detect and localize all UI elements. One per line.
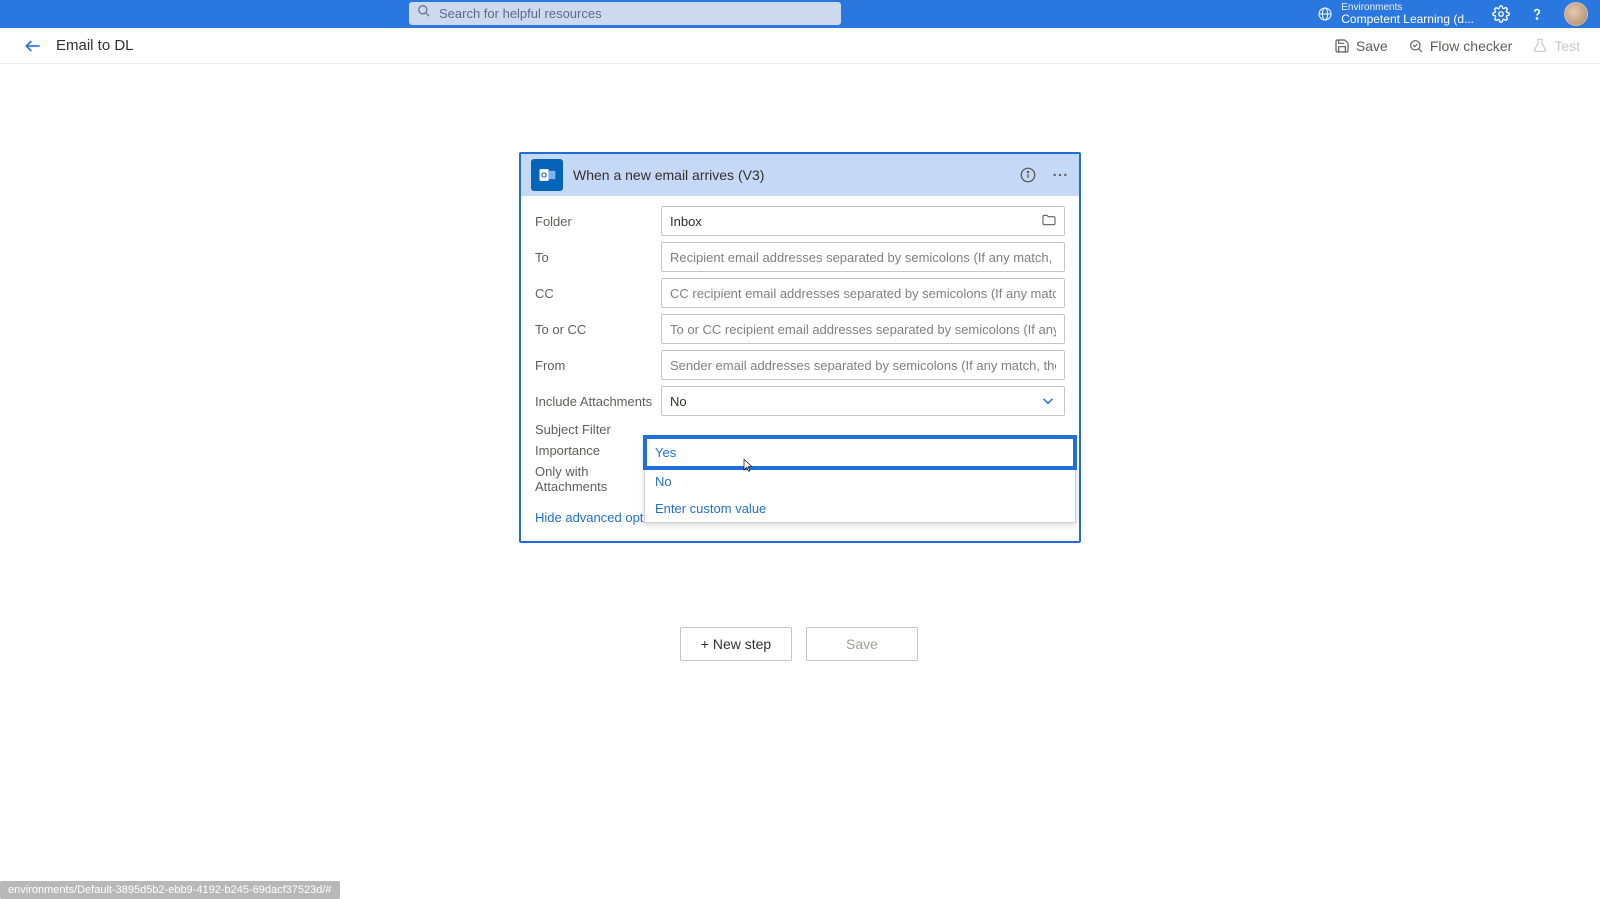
- new-step-button[interactable]: + New step: [680, 627, 792, 661]
- settings-icon[interactable]: [1492, 5, 1510, 23]
- toorcc-label: To or CC: [535, 322, 661, 337]
- dropdown-option-no[interactable]: No: [645, 468, 1075, 495]
- folder-picker-icon[interactable]: [1041, 212, 1059, 230]
- flow-checker-button[interactable]: Flow checker: [1408, 38, 1512, 54]
- save-button-bottom[interactable]: Save: [806, 627, 918, 661]
- flow-checker-icon: [1408, 38, 1424, 54]
- more-icon[interactable]: [1051, 166, 1069, 184]
- environment-name: Competent Learning (d...: [1341, 13, 1474, 26]
- environment-label: Environments: [1341, 2, 1474, 13]
- outlook-connector-icon: O: [531, 159, 563, 191]
- card-header[interactable]: O When a new email arrives (V3): [521, 154, 1079, 196]
- save-icon: [1334, 38, 1350, 54]
- from-input[interactable]: [661, 350, 1065, 380]
- chevron-down-icon[interactable]: [1037, 390, 1059, 412]
- help-icon[interactable]: [1528, 5, 1546, 23]
- environment-picker[interactable]: Environments Competent Learning (d...: [1317, 2, 1474, 26]
- card-title: When a new email arrives (V3): [573, 167, 1019, 183]
- user-avatar[interactable]: [1564, 2, 1588, 26]
- test-label: Test: [1554, 38, 1580, 54]
- toorcc-input[interactable]: [661, 314, 1065, 344]
- folder-input[interactable]: [661, 206, 1065, 236]
- test-icon: [1532, 38, 1548, 54]
- include-attachments-select[interactable]: [661, 386, 1065, 416]
- svg-text:O: O: [541, 171, 547, 180]
- flow-checker-label: Flow checker: [1430, 38, 1512, 54]
- flow-title: Email to DL: [56, 37, 134, 54]
- cc-label: CC: [535, 286, 661, 301]
- search-icon: [417, 4, 431, 23]
- test-button[interactable]: Test: [1532, 38, 1580, 54]
- save-button[interactable]: Save: [1334, 38, 1388, 54]
- search-input[interactable]: [439, 6, 833, 21]
- sub-bar: Email to DL Save Flow checker Test: [0, 28, 1600, 64]
- save-label: Save: [1356, 38, 1388, 54]
- to-input[interactable]: [661, 242, 1065, 272]
- environment-icon: [1317, 6, 1333, 22]
- global-search[interactable]: [409, 2, 841, 25]
- back-button[interactable]: [20, 33, 46, 59]
- cc-input[interactable]: [661, 278, 1065, 308]
- info-icon[interactable]: [1019, 166, 1037, 184]
- include-attachments-label: Include Attachments: [535, 394, 661, 409]
- dropdown-menu: Yes No Enter custom value: [644, 436, 1076, 523]
- to-label: To: [535, 250, 661, 265]
- top-bar: Environments Competent Learning (d...: [0, 0, 1600, 28]
- dropdown-option-yes[interactable]: Yes: [645, 437, 1075, 468]
- status-bar: environments/Default-3895d5b2-ebb9-4192-…: [0, 881, 340, 899]
- importance-label: Importance: [535, 443, 661, 458]
- only-attachments-label: Only with Attachments: [535, 464, 661, 494]
- dropdown-option-custom[interactable]: Enter custom value: [645, 495, 1075, 522]
- subject-filter-label: Subject Filter: [535, 422, 661, 437]
- from-label: From: [535, 358, 661, 373]
- folder-label: Folder: [535, 214, 661, 229]
